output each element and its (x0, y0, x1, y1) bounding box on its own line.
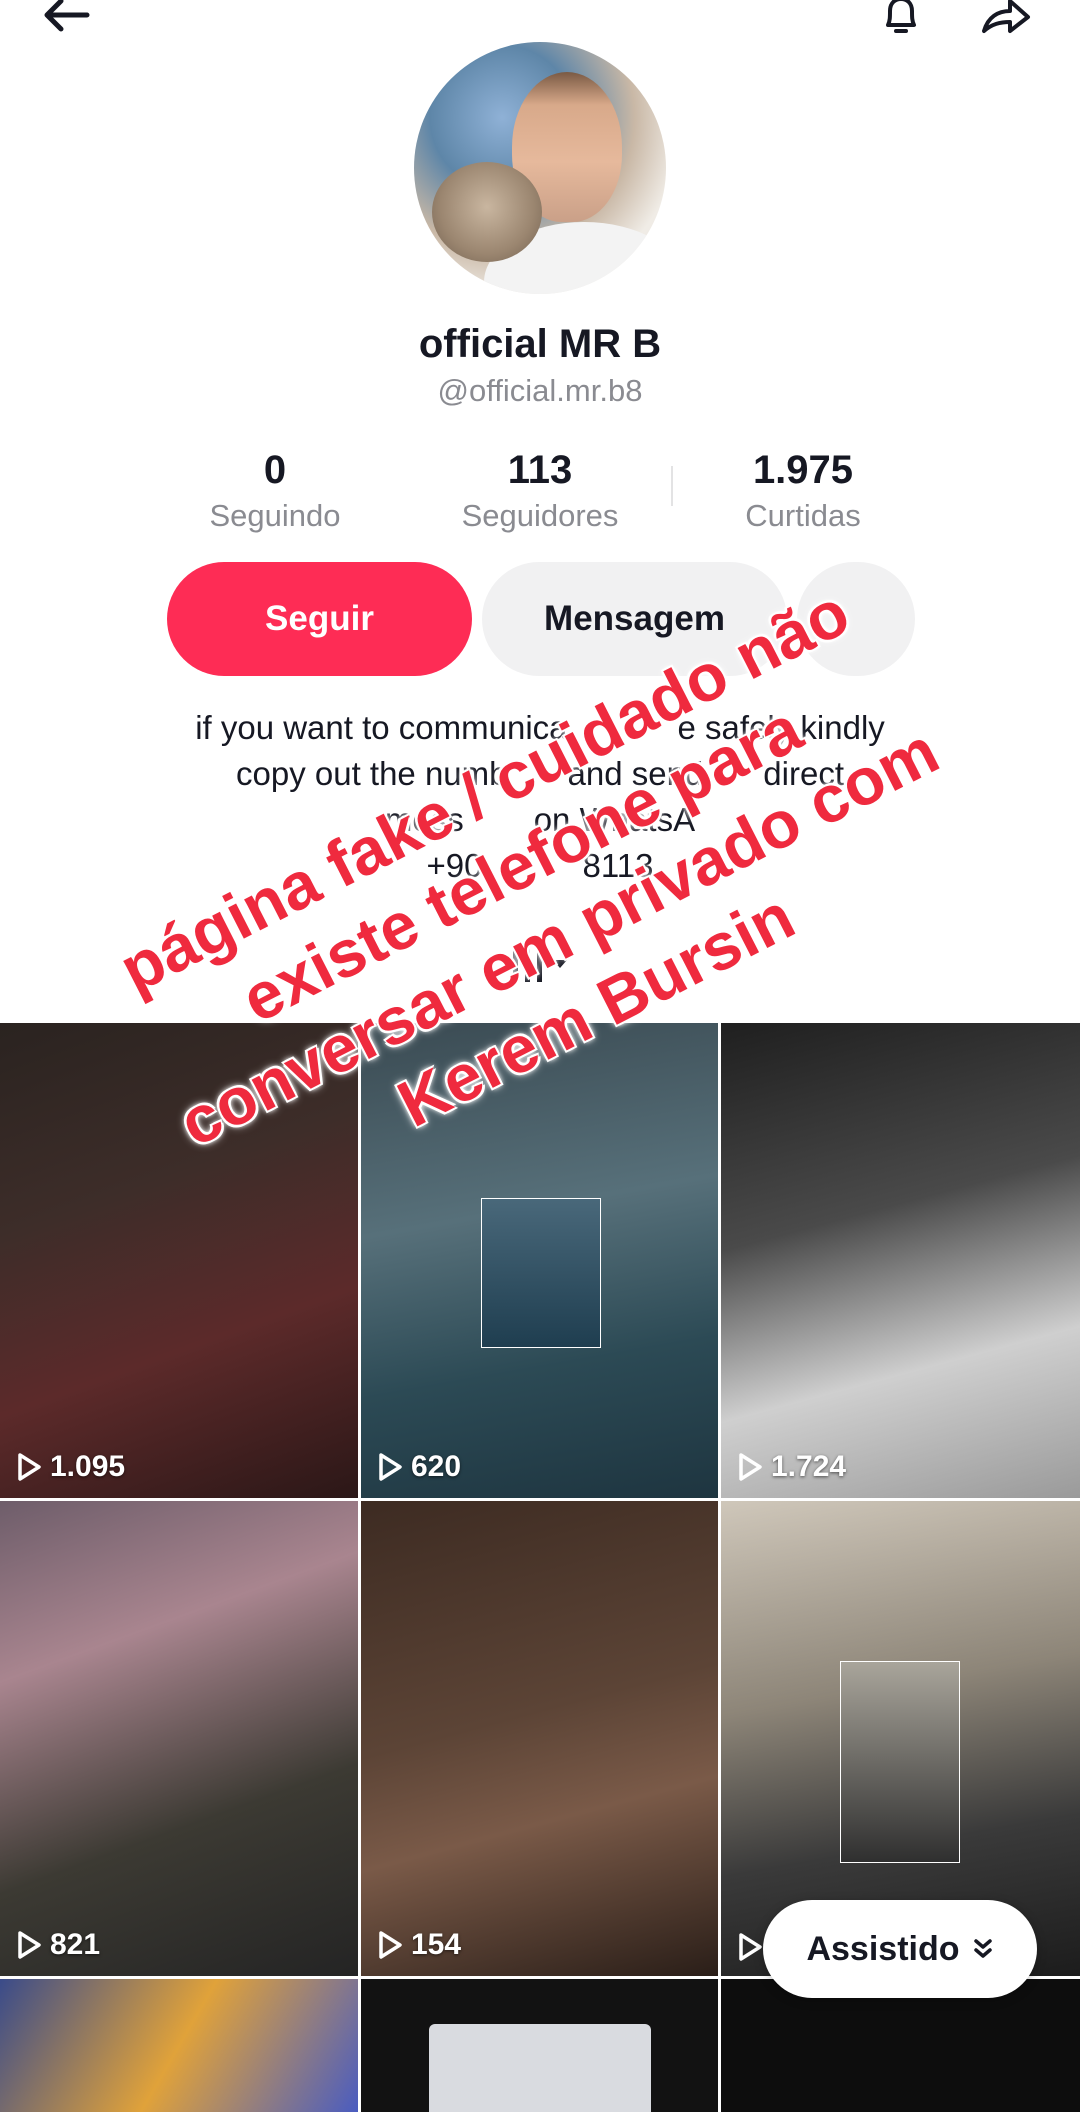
share-icon (982, 0, 1030, 33)
bio-text: +90 (426, 847, 483, 884)
play-icon (739, 1453, 762, 1481)
profile-name: official MR B (418, 322, 662, 366)
stat-following-label: Seguindo (209, 498, 341, 533)
back-arrow-icon (44, 0, 90, 32)
suggested-accounts-button[interactable] (797, 562, 915, 676)
play-icon (18, 1931, 41, 1959)
play-icon (739, 1933, 762, 1961)
view-count: 821 (16, 1928, 100, 1962)
video-thumbnail[interactable]: 1.724 (721, 1023, 1080, 1498)
follow-button[interactable]: Seguir (167, 562, 472, 676)
view-count-value: 1.724 (771, 1450, 847, 1483)
view-count: 154 (377, 1928, 461, 1962)
bio-line: copy out the numb and send direct (90, 751, 990, 797)
notification-bell-button[interactable] (866, 0, 936, 46)
message-button[interactable]: Mensagem (482, 562, 787, 676)
stat-followers-label: Seguidores (461, 498, 619, 533)
bio-line: if you want to communica e safely kindly (90, 705, 990, 751)
double-chevron-down-icon (973, 1939, 992, 1958)
video-thumbnail[interactable]: 154 (361, 1501, 718, 1976)
bio-text: direct (763, 755, 844, 792)
stat-followers[interactable]: 113 Seguidores (410, 446, 670, 536)
bio-text: on WhatsA (533, 801, 696, 838)
video-thumbnail[interactable] (0, 1979, 358, 2112)
video-thumbnail[interactable] (721, 1979, 1080, 2112)
bio: if you want to communica e safely kindly … (90, 705, 990, 889)
bio-line: mess on WhatsA (90, 797, 990, 843)
view-count: 1.095 (16, 1450, 125, 1484)
stat-likes-label: Curtidas (745, 498, 861, 533)
video-inset (840, 1661, 960, 1863)
video-inset (481, 1198, 601, 1348)
stat-likes-value: 1.975 (752, 448, 854, 492)
bio-text: mess (384, 801, 464, 838)
grid-sort-icon (513, 946, 567, 982)
video-thumbnail[interactable]: 620 (361, 1023, 718, 1498)
play-icon (18, 1453, 41, 1481)
bio-line: +90 8113 (90, 843, 990, 889)
stat-followers-value: 113 (507, 448, 573, 492)
bio-text: copy out the numb (235, 755, 508, 792)
stat-likes[interactable]: 1.975 Curtidas (673, 446, 933, 536)
profile-handle: @official.mr.b8 (437, 373, 643, 408)
view-count-value: 821 (50, 1928, 101, 1961)
bio-text: 8113 (582, 847, 654, 884)
avatar[interactable] (414, 42, 666, 294)
play-icon (379, 1453, 402, 1481)
bio-text: if you want to communica (195, 709, 568, 746)
video-thumbnail[interactable] (361, 1979, 718, 2112)
view-count-value: 1.095 (50, 1450, 126, 1483)
watched-button-label: Assistido (806, 1929, 960, 1968)
video-thumbnail[interactable]: 1.095 (0, 1023, 358, 1498)
back-button[interactable] (30, 0, 100, 40)
view-count: 620 (377, 1450, 461, 1484)
stat-following[interactable]: 0 Seguindo (145, 446, 405, 536)
bell-icon (886, 0, 916, 33)
bio-text: and send (567, 755, 704, 792)
bio-text: e safely kindly (677, 709, 885, 746)
watched-button[interactable]: Assistido (763, 1900, 1037, 1998)
video-thumbnail[interactable]: 821 (0, 1501, 358, 1976)
view-count: 1.724 (737, 1450, 846, 1484)
share-button[interactable] (966, 0, 1046, 46)
play-icon (379, 1931, 402, 1959)
avatar-dog (432, 162, 542, 262)
grid-sort-button[interactable] (505, 940, 585, 990)
view-count-value: 154 (411, 1928, 462, 1961)
stat-following-value: 0 (263, 448, 287, 492)
view-count-value: 620 (411, 1450, 462, 1483)
video-inset (429, 2024, 651, 2112)
